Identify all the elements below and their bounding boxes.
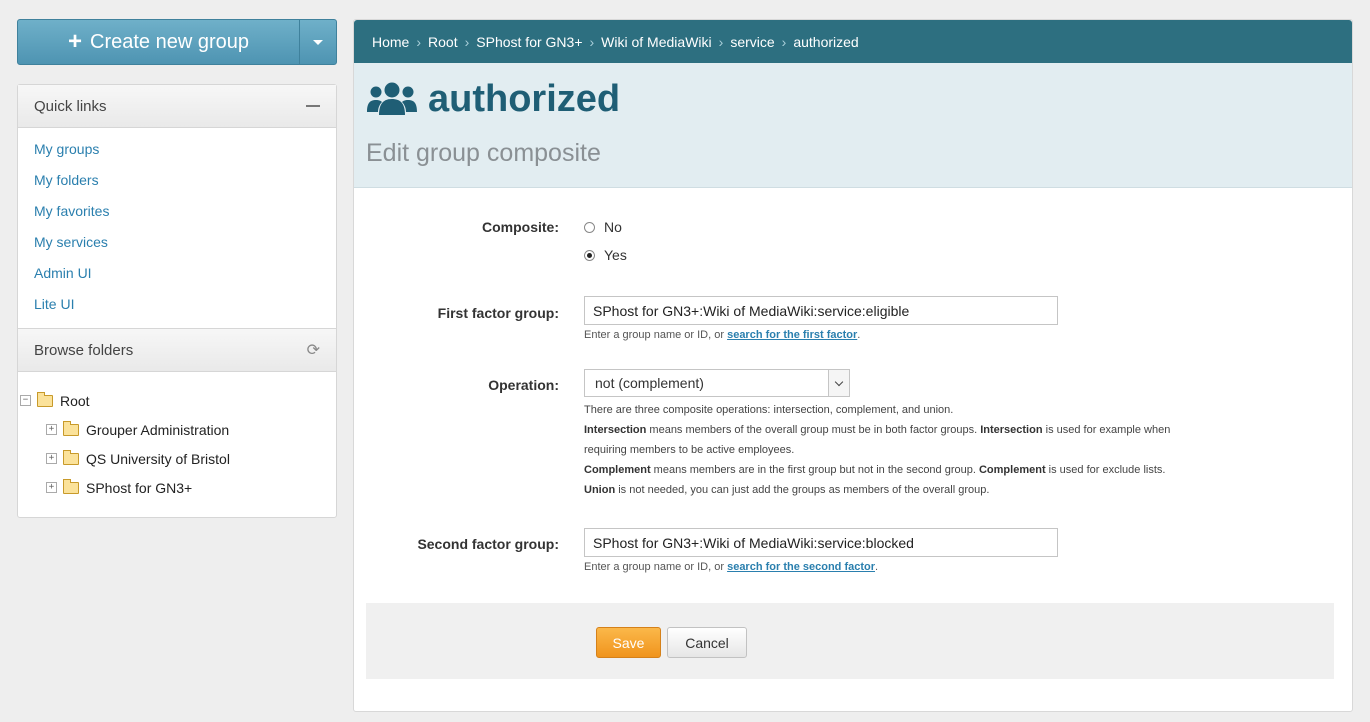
tree-node-grouper-administration[interactable]: + Grouper Administration: [20, 415, 336, 444]
collapse-icon[interactable]: [306, 105, 320, 107]
operation-help-line: Intersection means members of the overal…: [584, 420, 1324, 440]
quick-link-lite-ui[interactable]: Lite UI: [34, 291, 320, 322]
folder-icon: [63, 478, 79, 494]
search-second-factor-link[interactable]: search for the second factor: [727, 561, 875, 573]
refresh-icon[interactable]: ⟳: [307, 340, 320, 360]
operation-help-line: There are three composite operations: in…: [584, 404, 954, 416]
breadcrumb: Home › Root › SPhost for GN3+ › Wiki of …: [354, 20, 1352, 63]
quick-links-list: My groups My folders My favorites My ser…: [18, 128, 336, 328]
breadcrumb-service[interactable]: service: [730, 34, 774, 50]
page-title: authorized: [428, 77, 621, 120]
quick-links-header[interactable]: Quick links: [18, 85, 336, 128]
search-first-factor-link[interactable]: search for the first factor: [727, 329, 857, 341]
help-bold: Intersection: [584, 424, 647, 436]
page-header: authorized Edit group composite: [354, 63, 1352, 188]
radio-no[interactable]: [584, 221, 595, 233]
folder-open-icon: [37, 391, 53, 407]
chevron-right-icon: ›: [464, 33, 470, 50]
create-new-group-main[interactable]: + Create new group: [18, 20, 299, 64]
second-factor-help-text: Enter a group name or ID, or: [584, 561, 728, 573]
quick-link-my-favorites[interactable]: My favorites: [34, 198, 320, 229]
page-subtitle: Edit group composite: [366, 139, 601, 167]
composite-option-yes-label: Yes: [604, 247, 627, 263]
operation-select-value: not (complement): [595, 375, 704, 391]
expand-node-icon[interactable]: +: [46, 453, 57, 464]
operation-help-line: requiring members to be active employees…: [584, 444, 795, 456]
operation-help-line: Union is not needed, you can just add th…: [584, 480, 1324, 500]
expand-node-icon[interactable]: +: [46, 424, 57, 435]
help-text: means members of the overall group must …: [646, 424, 981, 436]
help-bold: Intersection: [980, 424, 1043, 436]
chevron-right-icon: ›: [416, 33, 422, 50]
quick-link-my-services[interactable]: My services: [34, 229, 320, 260]
tree-node-label[interactable]: QS University of Bristol: [86, 451, 230, 467]
breadcrumb-home[interactable]: Home: [372, 34, 409, 50]
quick-link-my-folders[interactable]: My folders: [34, 167, 320, 198]
breadcrumb-root[interactable]: Root: [428, 34, 458, 50]
quick-link-admin-ui[interactable]: Admin UI: [34, 260, 320, 291]
chevron-right-icon: ›: [718, 33, 724, 50]
plus-icon: +: [68, 28, 83, 55]
create-new-group-label: Create new group: [90, 30, 249, 53]
operation-select[interactable]: not (complement): [584, 369, 850, 397]
composite-option-no[interactable]: No: [584, 219, 622, 235]
second-factor-input[interactable]: SPhost for GN3+:Wiki of MediaWiki:servic…: [584, 528, 1058, 557]
collapse-node-icon[interactable]: −: [20, 395, 31, 406]
help-text: is used for example when: [1042, 424, 1171, 436]
help-bold: Complement: [978, 464, 1046, 476]
help-bold: Complement: [584, 464, 651, 476]
help-text: is used for exclude lists.: [1045, 464, 1166, 476]
folder-icon: [63, 449, 79, 465]
first-factor-help: Enter a group name or ID, or search for …: [584, 329, 860, 341]
breadcrumb-wiki[interactable]: Wiki of MediaWiki: [601, 34, 711, 50]
chevron-right-icon: ›: [589, 33, 595, 50]
first-factor-input[interactable]: SPhost for GN3+:Wiki of MediaWiki:servic…: [584, 296, 1058, 325]
help-text: is not needed, you can just add the grou…: [615, 484, 990, 496]
tree-node-root[interactable]: − Root: [20, 386, 336, 415]
second-factor-label: Second factor group:: [417, 536, 559, 552]
composite-label: Composite:: [482, 219, 559, 235]
operation-help: There are three composite operations: in…: [584, 400, 1324, 500]
form-actions: Save Cancel: [366, 603, 1334, 679]
caret-down-icon: [313, 39, 323, 45]
composite-option-no-label: No: [604, 219, 622, 235]
browse-folders-header: Browse folders ⟳: [18, 328, 336, 372]
folder-icon: [63, 420, 79, 436]
main-panel: Home › Root › SPhost for GN3+ › Wiki of …: [353, 19, 1353, 712]
composite-option-yes[interactable]: Yes: [584, 247, 627, 263]
second-factor-help: Enter a group name or ID, or search for …: [584, 561, 878, 573]
users-icon: [367, 82, 417, 115]
first-factor-help-text: Enter a group name or ID, or: [584, 329, 728, 341]
second-factor-help-suffix: .: [875, 561, 879, 573]
breadcrumb-current: authorized: [793, 33, 859, 50]
tree-node-label[interactable]: Grouper Administration: [86, 422, 229, 438]
first-factor-label: First factor group:: [437, 305, 559, 321]
tree-node-label[interactable]: Root: [60, 393, 90, 409]
chevron-down-icon[interactable]: [828, 370, 849, 396]
create-new-group-button[interactable]: + Create new group: [17, 19, 337, 65]
quick-links-title: Quick links: [34, 97, 107, 115]
breadcrumb-sphost[interactable]: SPhost for GN3+: [476, 34, 582, 50]
browse-folders-title: Browse folders: [34, 341, 134, 359]
folder-tree: − Root + Grouper Administration + QS Uni…: [18, 372, 336, 502]
help-bold: Union: [584, 484, 616, 496]
tree-node-sphost-for-gn3[interactable]: + SPhost for GN3+: [20, 473, 336, 502]
sidebar-panel: Quick links My groups My folders My favo…: [17, 84, 337, 518]
cancel-button[interactable]: Cancel: [667, 627, 747, 658]
radio-yes[interactable]: [584, 249, 595, 261]
chevron-right-icon: ›: [781, 33, 787, 50]
first-factor-help-suffix: .: [857, 329, 861, 341]
expand-node-icon[interactable]: +: [46, 482, 57, 493]
quick-link-my-groups[interactable]: My groups: [34, 136, 320, 167]
operation-help-line: Complement means members are in the firs…: [584, 460, 1324, 480]
tree-node-qs-university-of-bristol[interactable]: + QS University of Bristol: [20, 444, 336, 473]
operation-label: Operation:: [488, 377, 559, 393]
help-text: means members are in the first group but…: [650, 464, 979, 476]
save-button[interactable]: Save: [596, 627, 661, 658]
create-group-dropdown-toggle[interactable]: [299, 20, 336, 64]
tree-node-label[interactable]: SPhost for GN3+: [86, 480, 192, 496]
